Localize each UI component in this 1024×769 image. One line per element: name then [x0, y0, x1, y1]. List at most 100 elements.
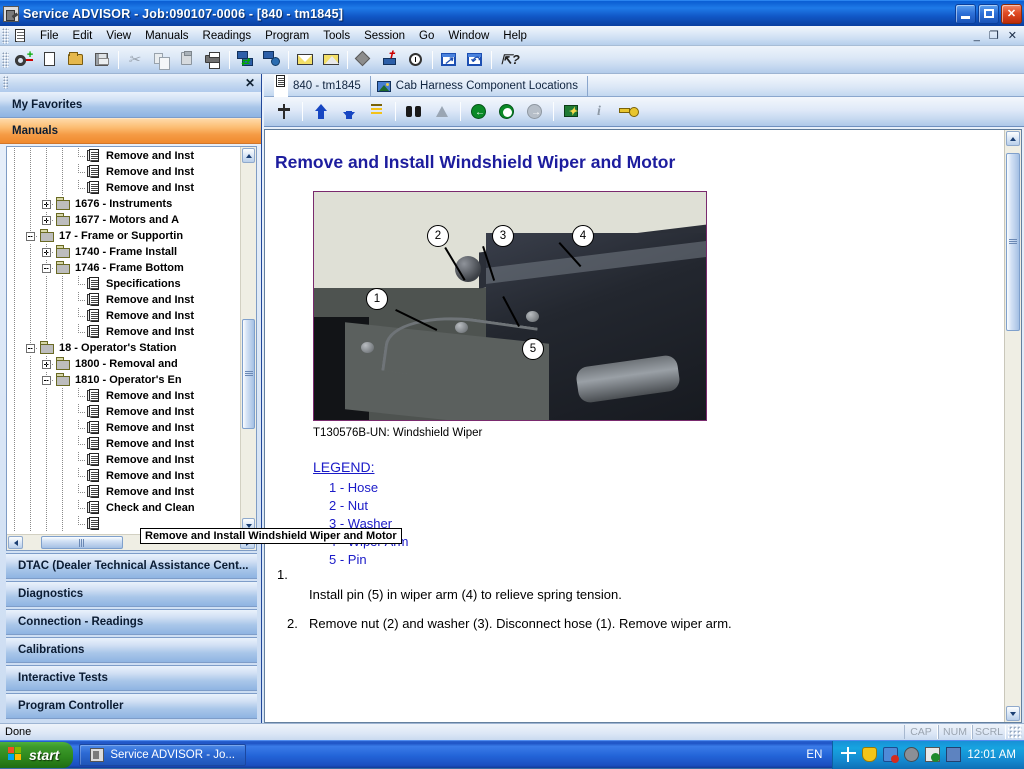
options-gear-button[interactable]: + [11, 48, 37, 72]
language-indicator[interactable]: EN [796, 749, 832, 761]
tree-item[interactable]: 1810 - Operator's En [7, 372, 240, 388]
previous-button[interactable] [307, 99, 335, 125]
tree-item[interactable]: 1676 - Instruments [7, 196, 240, 212]
tab-cab-harness-component-locations[interactable]: Cab Harness Component Locations [371, 76, 588, 96]
doc-scroll-up-button[interactable] [1006, 131, 1020, 146]
window-restore-button[interactable]: ↗ [436, 48, 462, 72]
sidebar-panel-dtac-dealer-technical-assistance-cent[interactable]: DTAC (Dealer Technical Assistance Cent..… [6, 553, 257, 579]
tree-expand-icon[interactable] [39, 244, 55, 260]
menu-drag-grip[interactable] [2, 28, 9, 44]
cut-button[interactable]: ✂ [122, 48, 148, 72]
hscroll-thumb[interactable] [41, 536, 123, 549]
menu-window[interactable]: Window [441, 28, 496, 44]
media-icon[interactable] [925, 747, 940, 762]
find-button[interactable] [400, 99, 428, 125]
menu-session[interactable]: Session [357, 28, 412, 44]
disconnect-button[interactable] [259, 48, 285, 72]
tree-collapse-icon[interactable] [23, 340, 39, 356]
tree-item[interactable]: Check and Clean [7, 500, 240, 516]
tree-collapse-icon[interactable] [23, 228, 39, 244]
network-error-icon[interactable] [883, 747, 898, 762]
document-vertical-scrollbar[interactable] [1004, 130, 1021, 722]
tree-item[interactable]: Remove and Inst [7, 148, 240, 164]
mdi-close-button[interactable]: ✕ [1008, 29, 1017, 42]
maximize-button[interactable] [978, 4, 999, 24]
dock-drag-grip[interactable] [3, 76, 8, 89]
menu-file[interactable]: File [33, 28, 66, 44]
window-back-button[interactable]: ↶ [462, 48, 488, 72]
menu-edit[interactable]: Edit [66, 28, 100, 44]
pin-button[interactable] [270, 99, 298, 125]
menu-manuals[interactable]: Manuals [138, 28, 195, 44]
scroll-thumb[interactable] [242, 319, 255, 428]
tree-expand-icon[interactable] [39, 356, 55, 372]
start-button[interactable]: start [0, 742, 73, 768]
back-button[interactable]: ← [465, 99, 493, 125]
sidebar-panel-connection-readings[interactable]: Connection - Readings [6, 609, 257, 635]
sidebar-panel-program-controller[interactable]: Program Controller [6, 693, 257, 719]
tree-item[interactable]: Remove and Inst [7, 292, 240, 308]
history-button[interactable] [493, 99, 521, 125]
tree-item[interactable]: Remove and Inst [7, 468, 240, 484]
mdi-minimize-button[interactable]: _ [974, 30, 980, 42]
tree-expand-icon[interactable] [39, 196, 55, 212]
tab-840-tm1845[interactable]: 840 - tm1845 [268, 76, 371, 96]
toolbar-drag-grip[interactable] [2, 52, 9, 68]
up-button[interactable] [428, 99, 456, 125]
help-pointer-button[interactable]: ⇱? [495, 48, 521, 72]
scroll-up-button[interactable] [242, 148, 255, 163]
menu-view[interactable]: View [99, 28, 138, 44]
sidebar-panel-diagnostics[interactable]: Diagnostics [6, 581, 257, 607]
tree-item[interactable]: Remove and Inst [7, 420, 240, 436]
tree-item[interactable]: 18 - Operator's Station [7, 340, 240, 356]
scroll-left-button[interactable] [8, 536, 23, 549]
connect-button[interactable]: ⇄ [233, 48, 259, 72]
key-button[interactable] [614, 99, 642, 125]
sidebar-panel-calibrations[interactable]: Calibrations [6, 637, 257, 663]
tree-collapse-icon[interactable] [39, 372, 55, 388]
volume-icon[interactable] [904, 747, 919, 762]
new-document-button[interactable] [37, 48, 63, 72]
menu-readings[interactable]: Readings [196, 28, 259, 44]
forward-button[interactable]: → [521, 99, 549, 125]
tree-item[interactable]: Remove and Inst [7, 452, 240, 468]
tree-item[interactable]: Remove and Inst [7, 484, 240, 500]
alarm-button[interactable] [403, 48, 429, 72]
doc-scroll-thumb[interactable] [1006, 153, 1020, 332]
mail-open-button[interactable] [318, 48, 344, 72]
doc-scroll-down-button[interactable] [1006, 706, 1020, 721]
tree-expand-icon[interactable] [39, 212, 55, 228]
tree-vertical-scrollbar[interactable] [240, 147, 256, 534]
scroll-track[interactable] [241, 164, 256, 517]
next-button[interactable] [335, 99, 363, 125]
menu-go[interactable]: Go [412, 28, 441, 44]
dock-close-icon[interactable]: ✕ [245, 77, 255, 89]
close-button[interactable]: ✕ [1001, 4, 1022, 24]
manuals-bar[interactable]: Manuals [0, 118, 261, 144]
legend-link[interactable]: LEGEND: [313, 459, 1004, 475]
tree-item[interactable]: Remove and Inst [7, 164, 240, 180]
tree-item[interactable]: Specifications [7, 276, 240, 292]
save-button[interactable] [89, 48, 115, 72]
tree-item[interactable]: 1677 - Motors and A [7, 212, 240, 228]
tree-item[interactable]: Remove and Inst [7, 324, 240, 340]
sidebar-panel-interactive-tests[interactable]: Interactive Tests [6, 665, 257, 691]
info-button[interactable]: i [586, 99, 614, 125]
paste-button[interactable] [174, 48, 200, 72]
bookmark-add-button[interactable]: ✦ [558, 99, 586, 125]
tray-clock[interactable]: 12:01 AM [967, 749, 1016, 761]
doc-scroll-track[interactable] [1005, 147, 1021, 705]
resize-grip[interactable] [1008, 725, 1022, 739]
mail-closed-button[interactable] [292, 48, 318, 72]
display-icon[interactable] [946, 747, 961, 762]
menu-program[interactable]: Program [258, 28, 316, 44]
document-menu-icon[interactable] [12, 28, 29, 44]
tree-item[interactable]: Remove and Inst [7, 436, 240, 452]
menu-help[interactable]: Help [496, 28, 534, 44]
tree-item[interactable]: Remove and Inst [7, 180, 240, 196]
taskbar-item-service-advisor[interactable]: Service ADVISOR - Jo... [79, 744, 246, 766]
tree-collapse-icon[interactable] [39, 260, 55, 276]
manuals-tree[interactable]: Remove and InstRemove and InstRemove and… [7, 147, 240, 534]
print-button[interactable] [200, 48, 226, 72]
my-favorites-bar[interactable]: My Favorites [0, 92, 261, 118]
